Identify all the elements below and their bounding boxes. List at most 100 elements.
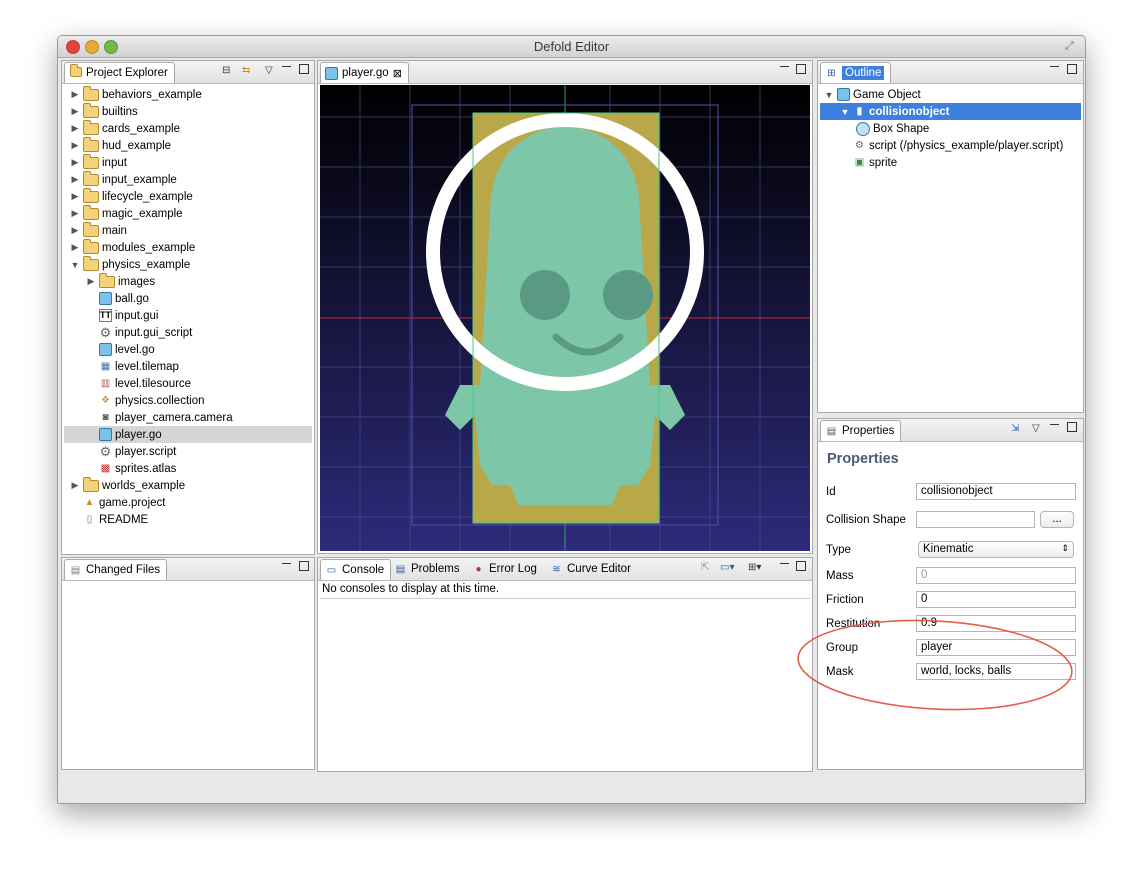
tab-error-log[interactable]: ● Error Log (468, 559, 543, 579)
expanded-arrow-icon[interactable]: ▼ (840, 107, 850, 117)
tree-item[interactable]: ▶ input (70, 153, 127, 171)
tab-project-explorer[interactable]: Project Explorer (64, 62, 175, 83)
collapsed-arrow-icon[interactable]: ▶ (70, 123, 80, 134)
collapsed-arrow-icon[interactable]: ▶ (70, 157, 80, 168)
minimize-panel-icon[interactable] (282, 563, 291, 565)
tree-item[interactable]: ▥ level.tilesource (86, 375, 191, 392)
expanded-arrow-icon[interactable]: ▼ (70, 260, 80, 270)
tree-item-label: player.script (115, 445, 177, 458)
tab-label: Error Log (489, 563, 537, 575)
tree-item[interactable]: ▶ hud_example (70, 136, 172, 154)
tree-item[interactable]: ▶ input_example (70, 170, 177, 188)
maximize-panel-icon[interactable] (299, 64, 309, 74)
id-field[interactable]: collisionobject (916, 483, 1076, 500)
tab-player-go[interactable]: player.go ⊠ (320, 62, 409, 83)
collapsed-arrow-icon[interactable]: ▶ (70, 208, 80, 219)
scene-canvas[interactable] (320, 85, 810, 551)
maximize-panel-icon[interactable] (796, 64, 806, 74)
outline-item[interactable]: ⚙ script (/physics_example/player.script) (840, 137, 1063, 154)
tree-item[interactable]: ◙ player_camera.camera (86, 409, 233, 426)
gear-icon: ⚙ (99, 444, 112, 459)
tree-item[interactable]: ▼ physics_example (70, 255, 190, 273)
tree-item[interactable]: ▩ sprites.atlas (86, 460, 177, 477)
tree-item[interactable]: ▶ modules_example (70, 238, 195, 256)
outline-item[interactable]: ▼ ▮ collisionobject (820, 103, 1081, 120)
display-console-icon[interactable]: ▭▾ (720, 562, 734, 573)
maximize-panel-icon[interactable] (1067, 422, 1077, 432)
collapse-all-icon[interactable]: ⊟ (222, 65, 230, 76)
tree-item[interactable]: ▶ magic_example (70, 204, 183, 222)
tree-item[interactable]: ▶ main (70, 221, 127, 239)
console-tabstrip: ▭ Console ▤ Problems ● Error Log ≋ Curve… (318, 558, 812, 581)
friction-field[interactable]: 0 (916, 591, 1076, 608)
outline-item[interactable]: Box Shape (856, 120, 929, 137)
collapsed-arrow-icon[interactable]: ▶ (70, 140, 80, 151)
tree-item[interactable]: ▶ images (86, 272, 155, 290)
collapsed-arrow-icon[interactable]: ▶ (86, 276, 96, 287)
maximize-panel-icon[interactable] (1067, 64, 1077, 74)
collapsed-arrow-icon[interactable]: ▶ (70, 174, 80, 185)
tree-item[interactable]: ▶ cards_example (70, 119, 180, 137)
minimize-panel-icon[interactable] (1050, 66, 1059, 68)
outline-item[interactable]: ▣ sprite (840, 154, 897, 171)
tree-item[interactable]: ▯ README (70, 511, 148, 528)
fullscreen-icon[interactable]: ⤢ (1065, 40, 1077, 52)
outline-item[interactable]: ▼ Game Object (824, 86, 921, 103)
tree-item[interactable]: ▶ lifecycle_example (70, 187, 193, 205)
tree-item[interactable]: ▦ level.tilemap (86, 358, 179, 375)
close-tab-icon[interactable]: ⊠ (393, 67, 402, 80)
tab-console[interactable]: ▭ Console (320, 559, 392, 580)
tab-problems[interactable]: ▤ Problems (390, 559, 466, 579)
minimize-panel-icon[interactable] (780, 563, 789, 565)
type-select[interactable]: Kinematic ⇕ (918, 541, 1074, 558)
tab-outline[interactable]: ⊞ Outline (820, 62, 892, 83)
tab-changed-files[interactable]: ▤ Changed Files (64, 559, 168, 580)
tree-item-label: player_camera.camera (115, 411, 233, 424)
minimize-panel-icon[interactable] (1050, 424, 1059, 426)
view-menu-icon[interactable]: ▽ (1032, 423, 1040, 434)
expanded-arrow-icon[interactable]: ▼ (824, 90, 834, 100)
link-editor-icon[interactable]: ⇆ (242, 65, 250, 76)
tab-properties[interactable]: ▤ Properties (820, 420, 902, 441)
pin-console-icon[interactable]: ⇱ (701, 562, 709, 573)
mass-field[interactable]: 0 (916, 567, 1076, 584)
collapsed-arrow-icon[interactable]: ▶ (70, 225, 80, 236)
tree-item[interactable]: ▶ behaviors_example (70, 85, 202, 103)
collapsed-arrow-icon[interactable]: ▶ (70, 106, 80, 117)
minimize-panel-icon[interactable] (282, 66, 291, 68)
prop-label-mass: Mass (826, 570, 854, 582)
tree-item-label: game.project (99, 496, 166, 509)
tree-item-label: hud_example (102, 139, 172, 152)
tab-curve-editor[interactable]: ≋ Curve Editor (546, 559, 637, 579)
scene-viewport[interactable] (320, 85, 810, 551)
tree-item[interactable]: level.go (86, 341, 155, 358)
scene-editor-panel: player.go ⊠ (317, 60, 813, 554)
browse-collision-shape-button[interactable]: ... (1040, 511, 1074, 528)
changed-files-panel: ▤ Changed Files (61, 557, 315, 770)
tree-item[interactable]: player.go (64, 426, 312, 443)
open-console-icon[interactable]: ⊞▾ (748, 562, 761, 573)
pin-properties-icon[interactable]: ⇲ (1011, 423, 1019, 434)
collapsed-arrow-icon[interactable]: ▶ (70, 242, 80, 253)
collapsed-arrow-icon[interactable]: ▶ (70, 480, 80, 491)
collapsed-arrow-icon[interactable]: ▶ (70, 191, 80, 202)
tree-item[interactable]: TT input.gui (86, 307, 158, 324)
gameobject-icon (99, 343, 112, 356)
collapsed-arrow-icon[interactable]: ▶ (70, 89, 80, 100)
tree-item[interactable]: ball.go (86, 290, 149, 307)
changed-files-tabstrip: ▤ Changed Files (62, 558, 314, 581)
tree-item[interactable]: ▲ game.project (70, 494, 166, 511)
maximize-panel-icon[interactable] (796, 561, 806, 571)
tree-item[interactable]: ❖ physics.collection (86, 392, 204, 409)
tree-item-label: physics.collection (115, 394, 205, 407)
tree-item[interactable]: ⚙ player.script (86, 443, 177, 460)
tree-item-label: level.tilemap (115, 360, 179, 373)
tree-item[interactable]: ⚙ input.gui_script (86, 324, 193, 341)
view-menu-icon[interactable]: ▽ (265, 65, 273, 76)
maximize-panel-icon[interactable] (299, 561, 309, 571)
tree-item[interactable]: ▶ builtins (70, 102, 138, 120)
tree-item[interactable]: ▶ worlds_example (70, 476, 185, 494)
minimize-panel-icon[interactable] (780, 66, 789, 68)
curve-editor-icon: ≋ (552, 563, 561, 575)
collision-shape-field[interactable] (916, 511, 1035, 528)
